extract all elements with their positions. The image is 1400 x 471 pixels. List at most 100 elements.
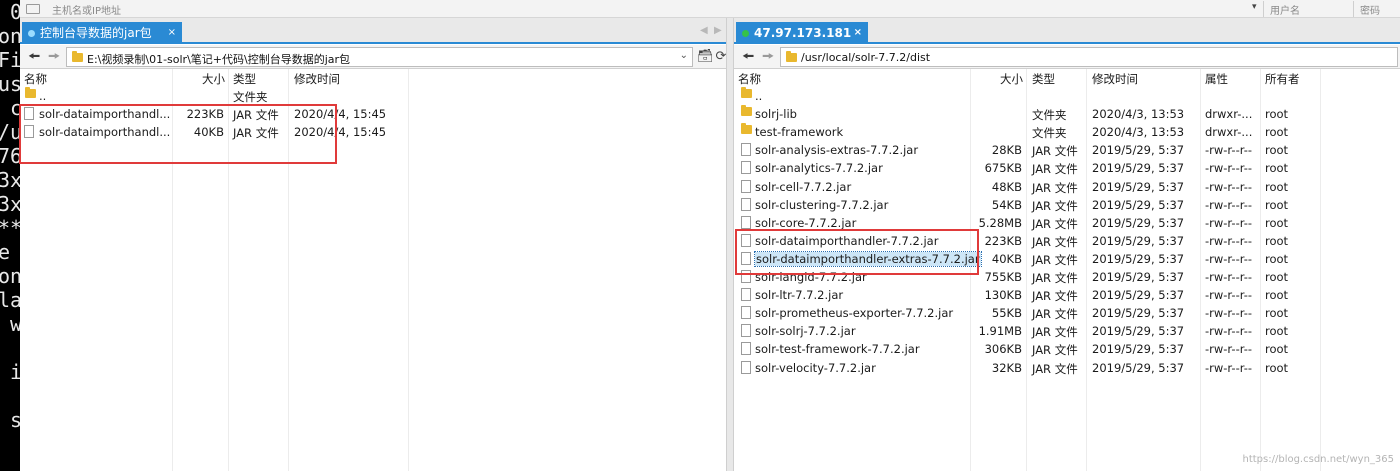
terminal-background: 0onFius c/u763x3x**e onla w i s bbox=[0, 0, 20, 471]
file-type: JAR 文件 bbox=[1032, 289, 1078, 304]
local-path-input[interactable]: E:\视频录制\01-solr\笔记+代码\控制台导数据的jar包 ⌄ bbox=[66, 47, 693, 67]
col-modified[interactable]: 修改时间 bbox=[1092, 71, 1138, 87]
file-type: JAR 文件 bbox=[1032, 325, 1078, 340]
file-row[interactable]: test-framework 文件夹 2020/4/3, 13:53 drwxr-..… bbox=[734, 123, 1400, 142]
remote-tabstrip: 47.97.173.181 × bbox=[734, 18, 1400, 44]
folder-icon bbox=[741, 87, 752, 98]
file-modified: 2019/5/29, 5:37 bbox=[1092, 215, 1185, 230]
remote-path-input[interactable]: /usr/local/solr-7.7.2/dist bbox=[780, 47, 1398, 67]
tab-local-folder[interactable]: 控制台导数据的jar包 × bbox=[22, 22, 182, 44]
local-panel: 控制台导数据的jar包 × ◀ ▶ 🠘 🠚 E:\视频录制\01-solr\笔记… bbox=[19, 18, 726, 471]
col-modified[interactable]: 修改时间 bbox=[294, 71, 340, 87]
file-row[interactable]: solr-cell-7.7.2.jar 48KB JAR 文件 2019/5/29, … bbox=[734, 179, 1400, 197]
file-owner: root bbox=[1265, 360, 1289, 375]
file-icon bbox=[741, 288, 751, 302]
tab-scroll-right-icon[interactable]: ▶ bbox=[714, 25, 722, 36]
tab-status-icon bbox=[28, 30, 35, 37]
file-owner: root bbox=[1265, 179, 1289, 194]
username-input[interactable]: 用户名 bbox=[1270, 2, 1300, 17]
col-name[interactable]: 名称 bbox=[738, 71, 761, 87]
back-arrow-icon[interactable]: 🠘 bbox=[28, 49, 40, 65]
host-input[interactable]: 主机名或IP地址 bbox=[52, 2, 121, 17]
file-attributes: drwxr-... bbox=[1205, 125, 1253, 140]
file-attributes: -rw-r--r-- bbox=[1205, 197, 1253, 212]
file-size: 1.91MB bbox=[978, 324, 1022, 339]
file-size: 40KB bbox=[991, 251, 1022, 266]
col-name[interactable]: 名称 bbox=[24, 71, 47, 87]
forward-arrow-icon[interactable]: 🠚 bbox=[48, 49, 60, 65]
terminal-line: ** bbox=[0, 216, 20, 240]
col-owner[interactable]: 所有者 bbox=[1265, 71, 1300, 87]
file-row[interactable]: .. bbox=[734, 87, 1400, 106]
file-size: 223KB bbox=[984, 233, 1022, 248]
file-attributes: -rw-r--r-- bbox=[1205, 161, 1253, 176]
terminal-line: 3x bbox=[0, 192, 20, 216]
file-owner: root bbox=[1265, 270, 1289, 284]
remote-column-header: 名称 大小 类型 修改时间 属性 所有者 bbox=[734, 69, 1400, 87]
tab-scroll-left-icon[interactable]: ◀ bbox=[700, 25, 708, 36]
local-path-text: E:\视频录制\01-solr\笔记+代码\控制台导数据的jar包 bbox=[87, 53, 351, 66]
terminal-line: on bbox=[0, 24, 20, 48]
file-size: 32KB bbox=[991, 360, 1022, 375]
file-attributes: -rw-r--r-- bbox=[1205, 342, 1253, 357]
file-row[interactable]: solr-velocity-7.7.2.jar 32KB JAR 文件 2019/5/… bbox=[734, 360, 1400, 378]
file-type: JAR 文件 bbox=[1032, 162, 1078, 177]
file-modified: 2020/4/3, 13:53 bbox=[1092, 125, 1185, 140]
forward-arrow-icon[interactable]: 🠚 bbox=[762, 49, 774, 65]
file-icon bbox=[741, 197, 751, 211]
file-row[interactable]: solr-analysis-extras-7.7.2.jar 28KB JAR 文件… bbox=[734, 142, 1400, 160]
folder-tools-icon[interactable]: 🗃 bbox=[697, 49, 714, 65]
file-owner: root bbox=[1265, 288, 1289, 303]
terminal-line: w bbox=[10, 312, 20, 336]
file-name: solr-analysis-extras-7.7.2.jar bbox=[755, 143, 919, 158]
file-type: JAR 文件 bbox=[1032, 198, 1078, 213]
file-row[interactable]: solr-test-framework-7.7.2.jar 306KB JAR 文件… bbox=[734, 341, 1400, 359]
file-row[interactable]: solr-ltr-7.7.2.jar 130KB JAR 文件 2019/5/29, … bbox=[734, 287, 1400, 305]
col-size[interactable]: 大小 bbox=[202, 71, 225, 87]
file-modified: 2020/4/3, 13:53 bbox=[1092, 107, 1185, 122]
tab-remote-session[interactable]: 47.97.173.181 × bbox=[736, 22, 868, 44]
local-tabstrip: 控制台导数据的jar包 × ◀ ▶ bbox=[20, 18, 726, 44]
file-owner: root bbox=[1265, 233, 1289, 248]
file-name: solr-cell-7.7.2.jar bbox=[755, 179, 852, 194]
file-owner: root bbox=[1265, 161, 1289, 176]
file-icon bbox=[741, 179, 751, 193]
file-size: 5.28MB bbox=[978, 215, 1022, 230]
terminal-line: e bbox=[0, 240, 11, 264]
file-row[interactable]: solr-solrj-7.7.2.jar 1.91MB JAR 文件 2019/5/2… bbox=[734, 323, 1400, 341]
file-row[interactable]: solr-analytics-7.7.2.jar 675KB JAR 文件 2019/… bbox=[734, 160, 1400, 178]
close-icon[interactable]: × bbox=[854, 22, 862, 44]
col-attributes[interactable]: 属性 bbox=[1205, 71, 1228, 87]
back-arrow-icon[interactable]: 🠘 bbox=[742, 49, 754, 65]
file-type: 文件夹 bbox=[233, 90, 268, 104]
file-name: solr-test-framework-7.7.2.jar bbox=[755, 342, 920, 357]
password-input[interactable]: 密码 bbox=[1360, 2, 1380, 17]
file-modified: 2019/5/29, 5:37 bbox=[1092, 179, 1185, 194]
file-attributes: -rw-r--r-- bbox=[1205, 179, 1253, 194]
file-row[interactable]: solr-prometheus-exporter-7.7.2.jar 55KB JA… bbox=[734, 305, 1400, 323]
file-row[interactable]: solrj-lib 文件夹 2020/4/3, 13:53 drwxr-... root bbox=[734, 105, 1400, 124]
tab-title: 47.97.173.181 bbox=[754, 26, 852, 40]
file-icon bbox=[741, 143, 751, 157]
file-owner: root bbox=[1265, 324, 1289, 339]
panel-splitter[interactable] bbox=[726, 18, 734, 471]
col-type[interactable]: 类型 bbox=[233, 71, 256, 87]
col-type[interactable]: 类型 bbox=[1032, 71, 1055, 87]
host-dropdown-icon[interactable]: ▾ bbox=[1252, 2, 1257, 12]
col-size[interactable]: 大小 bbox=[1000, 71, 1023, 87]
terminal-line: 3x bbox=[0, 168, 20, 192]
file-owner: root bbox=[1265, 215, 1289, 230]
file-size: 55KB bbox=[991, 306, 1022, 321]
file-name: solr-core-7.7.2.jar bbox=[755, 215, 857, 230]
path-dropdown-icon[interactable]: ⌄ bbox=[680, 50, 688, 61]
file-name: solr-analytics-7.7.2.jar bbox=[755, 161, 883, 176]
file-icon bbox=[741, 360, 751, 374]
file-name: .. bbox=[39, 89, 47, 103]
file-row[interactable]: solr-clustering-7.7.2.jar 54KB JAR 文件 2019/… bbox=[734, 197, 1400, 215]
close-icon[interactable]: × bbox=[168, 22, 176, 44]
local-pathbar: 🠘 🠚 E:\视频录制\01-solr\笔记+代码\控制台导数据的jar包 ⌄ … bbox=[20, 45, 726, 69]
file-owner: root bbox=[1265, 251, 1289, 266]
